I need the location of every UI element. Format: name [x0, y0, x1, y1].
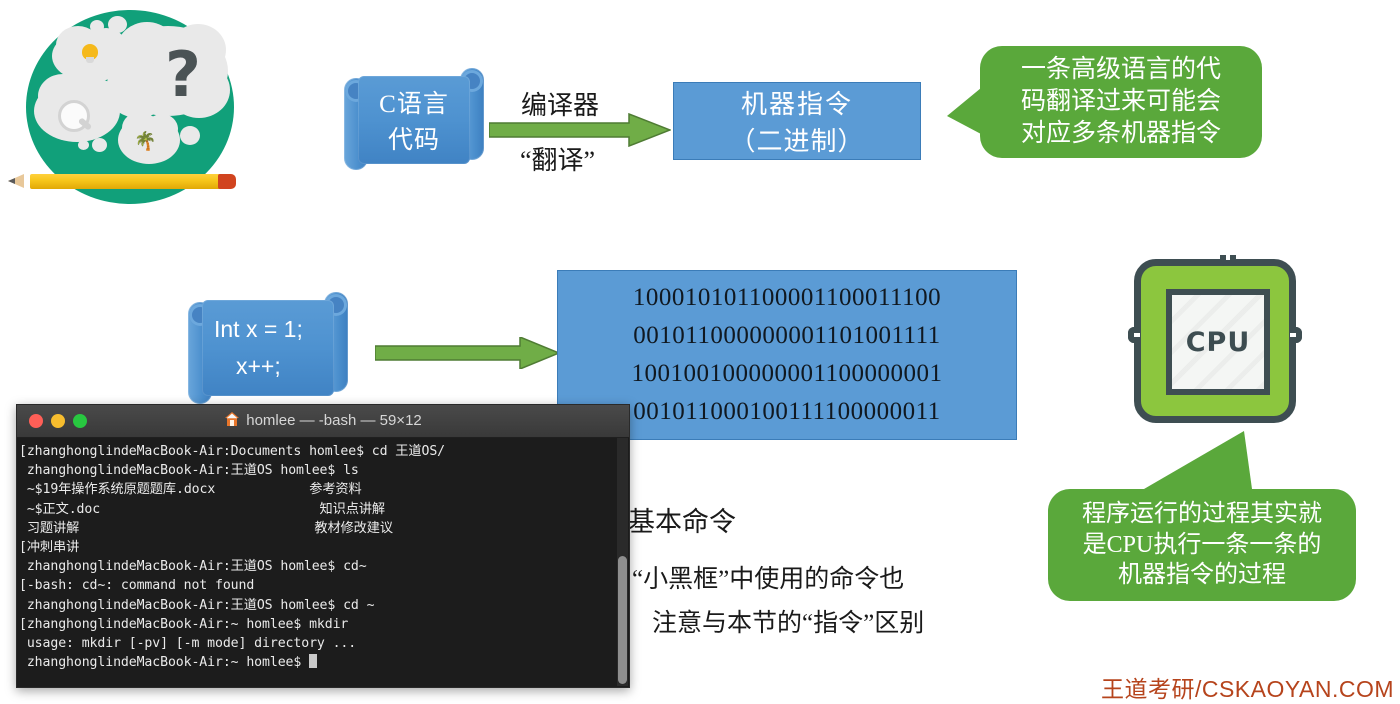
- magnifier-icon: [58, 100, 90, 132]
- terminal-line: usage: mkdir [-pv] [-m mode] directory .…: [19, 635, 357, 651]
- palm-tree-icon: 🌴: [134, 131, 157, 151]
- compile-arrow-icon: [489, 113, 671, 147]
- terminal-line: zhanghonglindeMacBook-Air:~ homlee$: [19, 653, 623, 672]
- close-button[interactable]: [29, 414, 43, 428]
- compile-callout-line1: 一条高级语言的代: [1020, 56, 1221, 83]
- callout-tail: [947, 88, 981, 134]
- callout-tail: [1144, 431, 1252, 489]
- binary-line: 100100100000001100000001: [631, 360, 943, 387]
- terminal-output[interactable]: [zhanghonglindeMacBook-Air:Documents hom…: [17, 438, 629, 672]
- lightbulb-icon: [82, 44, 98, 63]
- cpu-chip-graphic: CPU: [1128, 255, 1314, 435]
- blackbox-note-line1: “小黑框”中使用的命令也: [632, 566, 905, 593]
- machine-instruction-box: 机器指令 （二进制）: [673, 82, 921, 160]
- pencil-lead: [8, 178, 15, 184]
- thought-bubble-small: [78, 140, 89, 150]
- thought-bubble-small: [180, 126, 200, 145]
- cpu-callout-line3: 机器指令的过程: [1118, 562, 1286, 589]
- slide-canvas: ? 🌴 C语言 代码 编译器 “翻译” 机器指令 （二进制） 一条高级语言的代 …: [0, 0, 1400, 702]
- watermark: 王道考研/CSKAOYAN.COM: [1100, 676, 1394, 702]
- compile-callout: 一条高级语言的代 码翻译过来可能会 对应多条机器指令: [947, 46, 1262, 158]
- terminal-cursor: [309, 654, 318, 669]
- cpu-callout-line2: 是CPU执行一条一条的: [1082, 531, 1322, 558]
- cpu-chip-pin-right: [1290, 327, 1302, 343]
- terminal-line: 习题讲解 教材修改建议: [19, 520, 393, 536]
- binary-line: 001011000000001101001111: [633, 322, 941, 349]
- pencil-body: [30, 174, 222, 189]
- code-scroll: Int x = 1; x++;: [188, 292, 348, 404]
- terminal-window[interactable]: homlee — -bash — 59×12 [zhanghonglindeMa…: [16, 404, 630, 688]
- machine-instruction-line1: 机器指令: [740, 90, 853, 119]
- cpu-chip-pin-left: [1128, 327, 1140, 343]
- assemble-arrow-icon: [375, 337, 560, 369]
- terminal-line: [冲刺串讲: [19, 539, 80, 555]
- pencil-eraser: [218, 174, 236, 189]
- zoom-button[interactable]: [73, 414, 87, 428]
- terminal-scrollbar-thumb[interactable]: [618, 556, 627, 684]
- terminal-scrollbar[interactable]: [617, 438, 628, 686]
- cpu-callout-line1: 程序运行的过程其实就: [1082, 500, 1322, 527]
- terminal-line: ~$19年操作系统原题题库.docx 参考资料: [19, 482, 362, 498]
- compile-callout-line3: 对应多条机器指令: [1020, 120, 1221, 147]
- terminal-line: [zhanghonglindeMacBook-Air:~ homlee$ mkd…: [19, 616, 349, 632]
- binary-lines-container: 100010101100001100011100 0010110000000011…: [631, 279, 942, 431]
- c-language-line2: 代码: [387, 127, 440, 154]
- terminal-line: zhanghonglindeMacBook-Air:王道OS homlee$ c…: [19, 559, 367, 575]
- code-scroll-body: Int x = 1; x++;: [202, 300, 334, 396]
- cpu-callout: 程序运行的过程其实就 是CPU执行一条一条的 机器指令的过程: [1048, 431, 1356, 601]
- terminal-line: [zhanghonglindeMacBook-Air:Documents hom…: [19, 444, 445, 459]
- c-language-scroll-body: C语言 代码: [358, 76, 470, 164]
- thought-bubble-small: [92, 138, 107, 152]
- terminal-title-text-wrap: homlee — -bash — 59×12: [17, 411, 629, 431]
- question-mark-icon: ?: [165, 38, 201, 111]
- code-line1: Int x = 1;: [214, 316, 303, 342]
- cpu-chip-notch: [1220, 255, 1236, 266]
- terminal-traffic-lights[interactable]: [29, 405, 87, 437]
- terminal-line: zhanghonglindeMacBook-Air:王道OS homlee$ l…: [19, 463, 359, 479]
- machine-instruction-line2: （二进制）: [729, 127, 865, 156]
- binary-line: 100010101100001100011100: [632, 284, 942, 311]
- terminal-title-bar[interactable]: homlee — -bash — 59×12: [17, 405, 629, 438]
- terminal-line: [-bash: cd~: command not found: [19, 578, 255, 594]
- brainstorm-illustration: ? 🌴: [8, 8, 242, 206]
- c-language-scroll: C语言 代码: [344, 68, 484, 172]
- cpu-chip-label: CPU: [1166, 289, 1270, 395]
- terminal-line: zhanghonglindeMacBook-Air:王道OS homlee$ c…: [19, 597, 375, 613]
- blackbox-note-line2: 注意与本节的“指令”区别: [652, 610, 925, 637]
- home-icon: [224, 411, 240, 431]
- c-language-line1: C语言: [379, 91, 449, 118]
- terminal-title-text: homlee — -bash — 59×12: [246, 412, 422, 429]
- terminal-line: ~$正文.doc 知识点讲解: [19, 501, 385, 517]
- code-line2: x++;: [236, 353, 281, 379]
- binary-line: 001011000100111100000011: [633, 398, 941, 425]
- compile-callout-line2: 码翻译过来可能会: [1020, 88, 1221, 115]
- minimize-button[interactable]: [51, 414, 65, 428]
